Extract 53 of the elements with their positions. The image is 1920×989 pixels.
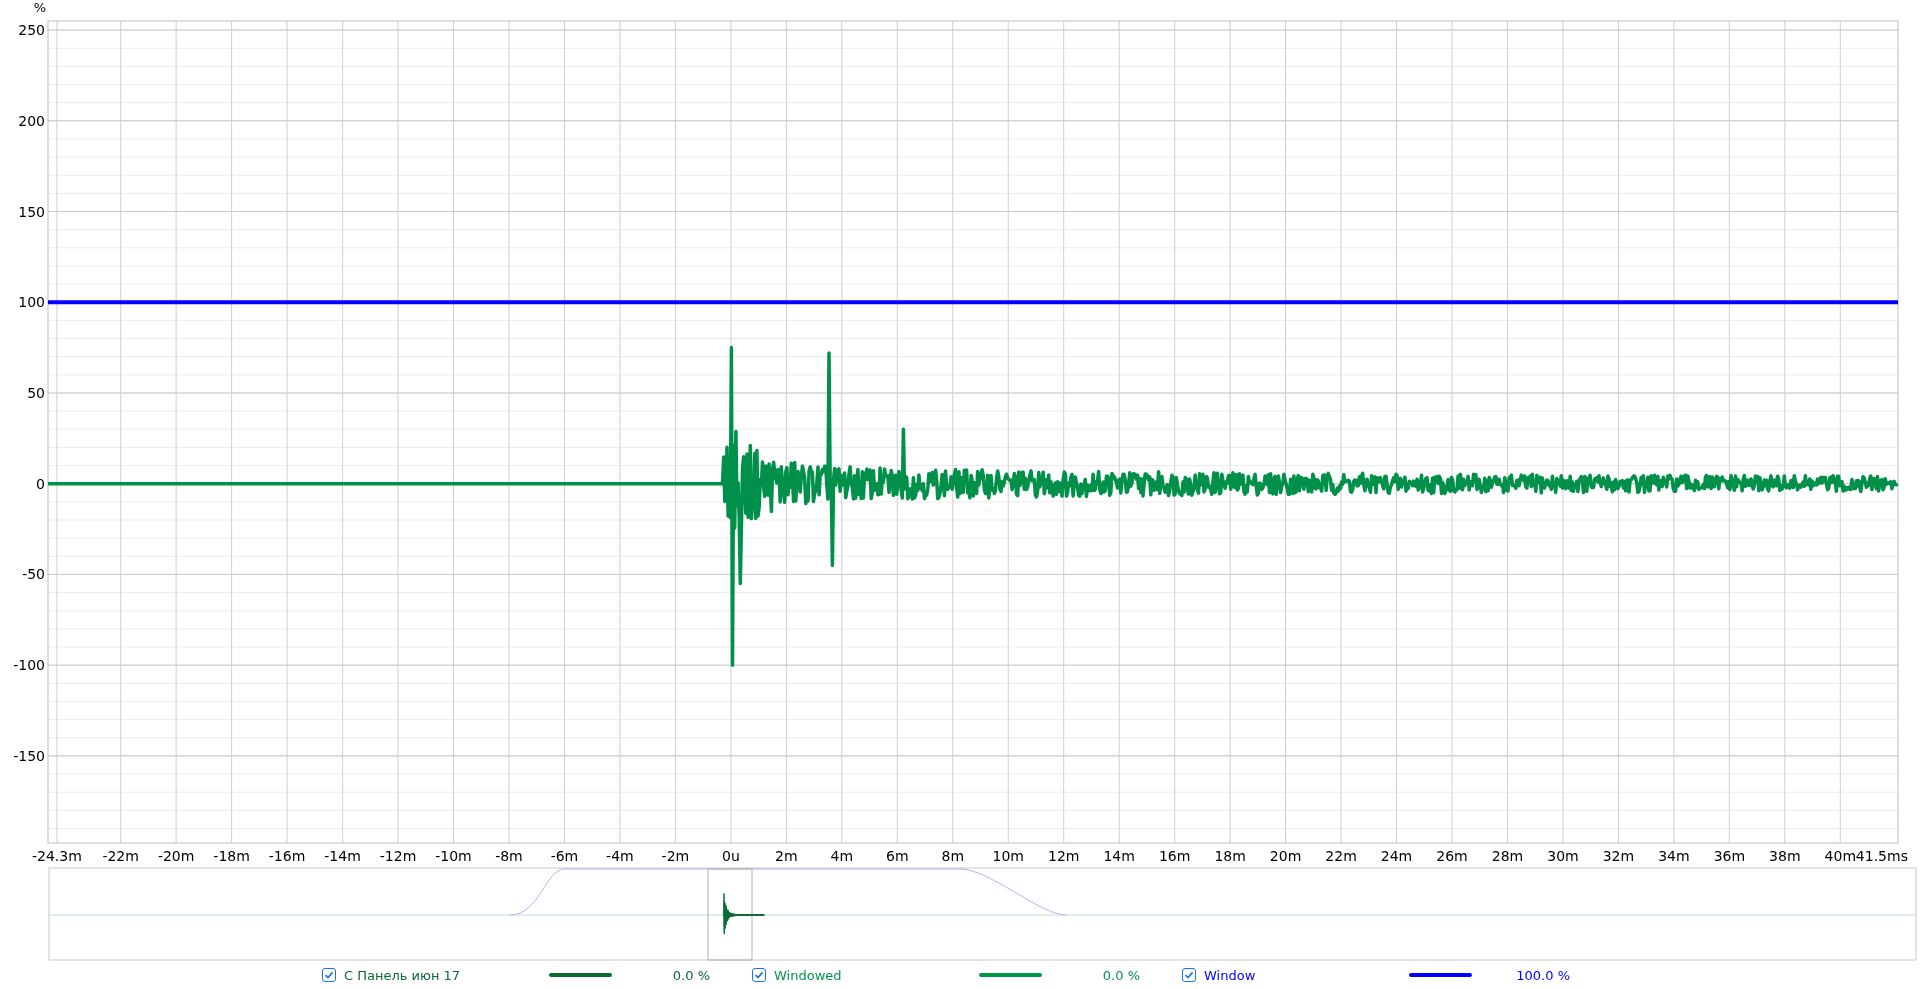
y-tick-label: 250 bbox=[18, 22, 45, 39]
x-tick-label: 22m bbox=[1325, 848, 1357, 864]
x-tick-label: 24m bbox=[1380, 848, 1413, 864]
x-tick-label: 6m bbox=[886, 848, 909, 864]
x-tick-label: 28m bbox=[1491, 848, 1524, 864]
x-tick-label: 34m bbox=[1658, 848, 1690, 864]
x-tick-label: -20m bbox=[157, 848, 195, 864]
x-tick-label: -8m bbox=[495, 848, 523, 864]
x-tick-label: 16m bbox=[1158, 848, 1191, 864]
legend-label: С Панель июн 17 bbox=[344, 967, 461, 983]
x-tick-label: 32m bbox=[1602, 848, 1635, 864]
y-tick-label: 200 bbox=[18, 112, 45, 129]
x-tick-label: 40m bbox=[1824, 848, 1857, 864]
y-tick-label: 100 bbox=[18, 294, 45, 311]
y-tick-label: -150 bbox=[13, 747, 45, 764]
x-tick-label: 38m bbox=[1769, 848, 1801, 864]
x-tick-label: -16m bbox=[268, 848, 306, 864]
x-tick-label: -24.3m bbox=[31, 848, 82, 864]
legend-label: Window bbox=[1204, 967, 1256, 983]
x-tick-label: -18m bbox=[213, 848, 250, 864]
x-tick-label: 41.5ms bbox=[1855, 848, 1908, 864]
checkbox[interactable] bbox=[1182, 968, 1196, 982]
y-tick-label: 50 bbox=[27, 385, 45, 401]
legend-value: 0.0 % bbox=[671, 967, 710, 983]
y-axis-unit: % bbox=[33, 0, 47, 15]
x-tick-label: 18m bbox=[1214, 848, 1246, 864]
x-tick-label: 12m bbox=[1047, 848, 1080, 864]
x-tick-label: 10m bbox=[992, 848, 1024, 864]
x-tick-label: 30m bbox=[1547, 848, 1579, 864]
x-tick-label: 8m bbox=[941, 848, 965, 864]
legend-value: 100.0 % bbox=[1515, 967, 1570, 983]
x-tick-label: -12m bbox=[379, 848, 417, 864]
x-tick-label: -2m bbox=[661, 848, 690, 864]
x-tick-label: -10m bbox=[435, 848, 472, 864]
x-tick-label: 2m bbox=[775, 848, 798, 864]
checkbox[interactable] bbox=[322, 968, 336, 982]
legend-label: Windowed bbox=[774, 967, 842, 983]
x-tick-label: -6m bbox=[550, 848, 579, 864]
x-tick-label: 26m bbox=[1436, 848, 1468, 864]
y-tick-label: 0 bbox=[36, 475, 45, 492]
x-tick-label: -4m bbox=[606, 848, 634, 864]
x-tick-label: 0u bbox=[721, 848, 740, 864]
x-tick-label: -14m bbox=[324, 848, 361, 864]
y-tick-label: -50 bbox=[22, 566, 45, 583]
x-tick-label: 14m bbox=[1103, 848, 1135, 864]
x-tick-label: -22m bbox=[102, 848, 139, 864]
legend-value: 0.0 % bbox=[1101, 967, 1140, 983]
x-tick-label: 36m bbox=[1713, 848, 1746, 864]
y-tick-label: 150 bbox=[18, 203, 45, 220]
checkbox[interactable] bbox=[752, 968, 766, 982]
x-tick-label: 4m bbox=[830, 848, 854, 864]
x-tick-label: 20m bbox=[1269, 848, 1302, 864]
y-tick-label: -100 bbox=[13, 657, 45, 674]
